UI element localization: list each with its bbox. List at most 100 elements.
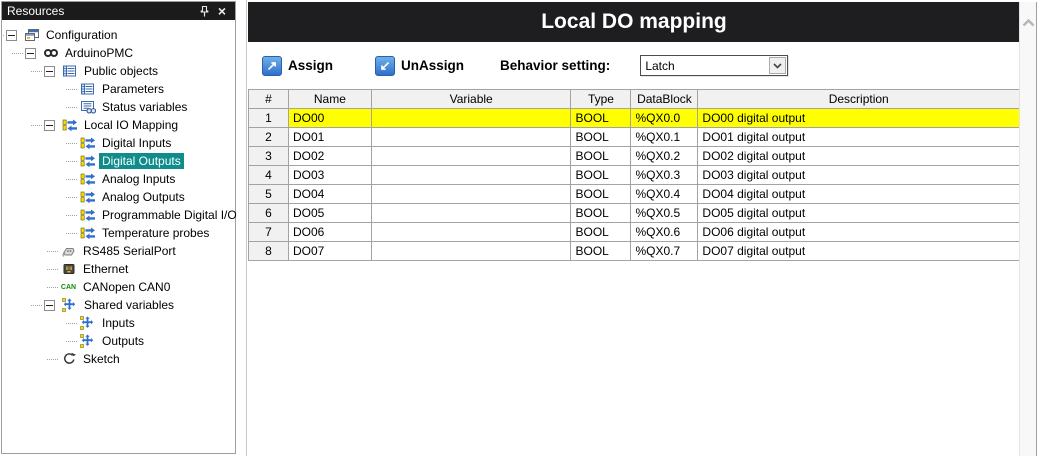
tree-item-configuration[interactable]: Configuration [2,26,235,44]
cell-datablock[interactable]: %QX0.4 [631,185,698,204]
tree-item-shared-variables[interactable]: Shared variables [2,296,235,314]
cell-name[interactable]: DO03 [288,166,371,185]
cell-variable[interactable] [371,128,571,147]
resources-panel-header[interactable]: Resources × [2,2,235,20]
table-row[interactable]: 6DO05 BOOL%QX0.5DO05 digital output [249,204,1020,223]
cell-[interactable]: 1 [249,109,289,128]
cell-datablock[interactable]: %QX0.2 [631,147,698,166]
chevron-down-icon[interactable] [769,57,786,74]
cell-[interactable]: 4 [249,166,289,185]
cell-datablock[interactable]: %QX0.5 [631,204,698,223]
cell-name[interactable]: DO00 [288,109,371,128]
cell-type[interactable]: BOOL [571,128,631,147]
cell-variable[interactable] [371,185,571,204]
cell-variable[interactable] [371,166,571,185]
cell-variable[interactable] [371,242,571,261]
cell-description[interactable]: DO02 digital output [698,147,1020,166]
tree-item-digital-inputs[interactable]: Digital Inputs [2,134,235,152]
table-row[interactable]: 8DO07 BOOL%QX0.7DO07 digital output [249,242,1020,261]
io-mapping-icon [79,136,96,150]
expand-toggle[interactable] [6,30,17,41]
behavior-setting-select[interactable]: Latch [640,55,788,76]
cell-variable[interactable] [371,204,571,223]
cell-[interactable]: 8 [249,242,289,261]
tree-item-digital-outputs[interactable]: Digital Outputs [2,152,235,170]
shared-variables-icon [79,334,96,348]
cell-datablock[interactable]: %QX0.0 [631,109,698,128]
pin-icon[interactable] [196,3,212,19]
io-mapping-icon [79,190,96,204]
table-row[interactable]: 1DO00 BOOL%QX0.0DO00 digital output [249,109,1020,128]
cell-description[interactable]: DO06 digital output [698,223,1020,242]
tree-item-status-variables[interactable]: Status variables [2,98,235,116]
cell-description[interactable]: DO01 digital output [698,128,1020,147]
unassign-button-label: UnAssign [401,58,464,73]
cell-name[interactable]: DO02 [288,147,371,166]
table-row[interactable]: 4DO03 BOOL%QX0.3DO03 digital output [249,166,1020,185]
cell-description[interactable]: DO05 digital output [698,204,1020,223]
cell-description[interactable]: DO00 digital output [698,109,1020,128]
cell-description[interactable]: DO03 digital output [698,166,1020,185]
cell-datablock[interactable]: %QX0.1 [631,128,698,147]
tree-item-analog-outputs[interactable]: Analog Outputs [2,188,235,206]
table-row[interactable]: 3DO02 BOOL%QX0.2DO02 digital output [249,147,1020,166]
chevron-up-icon[interactable] [1022,16,1035,30]
cell-datablock[interactable]: %QX0.7 [631,242,698,261]
tree-item-label: Parameters [99,81,167,97]
tree-item-local-io-mapping[interactable]: Local IO Mapping [2,116,235,134]
table-row[interactable]: 2DO01 BOOL%QX0.1DO01 digital output [249,128,1020,147]
tree-item-temperature-probes[interactable]: Temperature probes [2,224,235,242]
unassign-button[interactable]: ↙ UnAssign [375,56,464,76]
cell-variable[interactable] [371,147,571,166]
expand-toggle[interactable] [44,66,55,77]
column-header-datablock: DataBlock [631,90,698,109]
vertical-scrollbar[interactable] [1019,2,1037,456]
cell-name[interactable]: DO04 [288,185,371,204]
cell-type[interactable]: BOOL [571,242,631,261]
tree-item-inputs[interactable]: Inputs [2,314,235,332]
tree-item-label: Digital Outputs [99,153,184,169]
table-row[interactable]: 7DO06 BOOL%QX0.6DO06 digital output [249,223,1020,242]
tree-item-analog-inputs[interactable]: Analog Inputs [2,170,235,188]
cell-type[interactable]: BOOL [571,109,631,128]
cell-type[interactable]: BOOL [571,147,631,166]
cell-[interactable]: 6 [249,204,289,223]
cell-datablock[interactable]: %QX0.3 [631,166,698,185]
close-icon[interactable]: × [214,3,230,19]
cell-description[interactable]: DO07 digital output [698,242,1020,261]
tree-item-canopen-can0[interactable]: CANCANopen CAN0 [2,278,235,296]
cell-datablock[interactable]: %QX0.6 [631,223,698,242]
cell-[interactable]: 7 [249,223,289,242]
expand-toggle[interactable] [25,48,36,59]
cell-variable[interactable] [371,223,571,242]
cell-type[interactable]: BOOL [571,223,631,242]
assign-button[interactable]: ↗ Assign [262,56,333,76]
tree-item-sketch[interactable]: Sketch [2,350,235,368]
cell-[interactable]: 2 [249,128,289,147]
cell-type[interactable]: BOOL [571,204,631,223]
io-mapping-icon [79,208,96,222]
cell-name[interactable]: DO06 [288,223,371,242]
tree-item-programmable-digital-i-o[interactable]: Programmable Digital I/O [2,206,235,224]
cell-name[interactable]: DO05 [288,204,371,223]
cell-description[interactable]: DO04 digital output [698,185,1020,204]
tree-item-parameters[interactable]: Parameters [2,80,235,98]
expand-toggle[interactable] [44,300,55,311]
cell-[interactable]: 5 [249,185,289,204]
table-row[interactable]: 5DO04 BOOL%QX0.4DO04 digital output [249,185,1020,204]
cell-variable[interactable] [371,109,571,128]
tree-item-outputs[interactable]: Outputs [2,332,235,350]
cell-name[interactable]: DO01 [288,128,371,147]
cell-[interactable]: 3 [249,147,289,166]
tree-item-label: Shared variables [81,297,177,313]
tree-item-rs485-serialport[interactable]: RS485 SerialPort [2,242,235,260]
cell-type[interactable]: BOOL [571,185,631,204]
tree-item-public-objects[interactable]: Public objects [2,62,235,80]
expand-toggle[interactable] [44,120,55,131]
sketch-icon [60,352,77,366]
cell-type[interactable]: BOOL [571,166,631,185]
tree-item-arduinopmc[interactable]: ArduinoPMC [2,44,235,62]
tree-item-ethernet[interactable]: Ethernet [2,260,235,278]
table-header-row: #NameVariableTypeDataBlockDescription [249,90,1020,109]
cell-name[interactable]: DO07 [288,242,371,261]
